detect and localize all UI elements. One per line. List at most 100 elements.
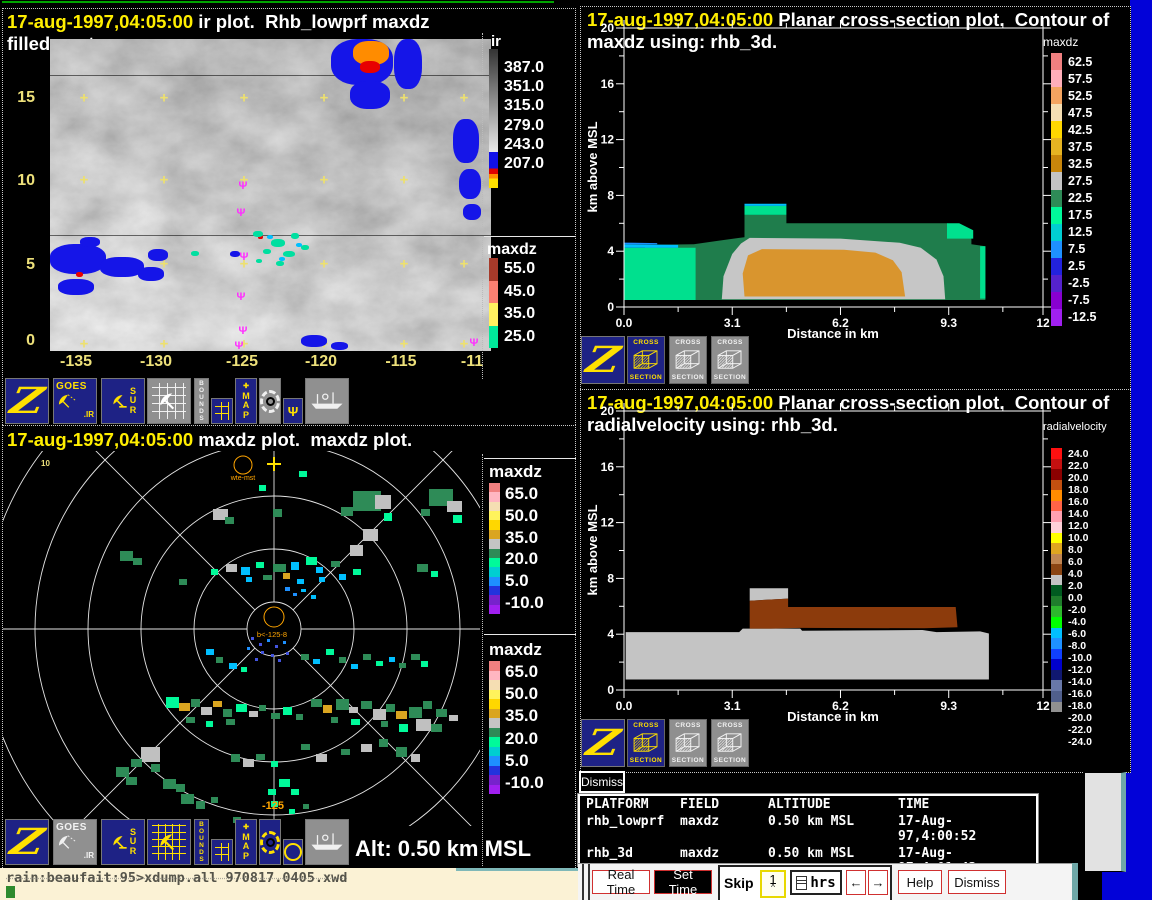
radar-echo (259, 643, 262, 646)
radar-echo (436, 709, 447, 717)
radar-echo (211, 797, 218, 803)
platform-marker (234, 456, 252, 474)
cloud-top-blob (50, 244, 106, 274)
radar-echo (299, 471, 307, 477)
surveillance-radar-button[interactable]: SUR (101, 378, 145, 424)
radar-echo (339, 657, 346, 663)
cross-section-button-1[interactable]: CROSS SECTION (627, 719, 665, 767)
cloud-top-blob (263, 249, 271, 254)
gear-button[interactable] (259, 378, 281, 424)
small-grid-button[interactable] (211, 839, 233, 865)
colorbar-segment (489, 303, 498, 326)
colorbar-label: -20.0 (1068, 712, 1123, 724)
goes-ir-button[interactable]: GOES .IR (53, 378, 97, 424)
dismiss-dialog-button[interactable]: Dismiss (579, 771, 625, 793)
gear-button[interactable] (259, 819, 281, 865)
ship-button[interactable] (305, 819, 349, 865)
scrollbar-panel[interactable] (1084, 772, 1126, 872)
radar-echo (271, 654, 274, 657)
x-tick-label: 9.3 (940, 316, 957, 330)
dismiss-button[interactable]: Dismiss (948, 870, 1006, 894)
contour-region (745, 204, 787, 206)
goes-ir-button[interactable]: GOES .IR (53, 819, 97, 865)
colorbar-label: -2.5 (1068, 275, 1123, 292)
colorbar-label: 35.0 (505, 527, 569, 549)
bounds-button[interactable]: BOUNDS (194, 819, 209, 865)
colorbar-segment (489, 595, 500, 604)
colorbar-segment (1051, 628, 1062, 639)
cross-section-button-3[interactable]: CROSS SECTION (711, 719, 749, 767)
colorbar-segment (489, 661, 500, 671)
grid-plus-marker: + (320, 256, 329, 273)
cloud-top-blob (138, 267, 164, 281)
cloud-top-blob (80, 237, 100, 247)
radar-echo (243, 759, 254, 767)
buoy-button[interactable]: Ψ (283, 398, 303, 424)
cross-section-plot[interactable]: 2016128400.03.16.29.312km above MSLDista… (581, 7, 1130, 342)
surveillance-radar-button[interactable]: SUR (101, 819, 145, 865)
radar-ppi-display[interactable]: wte-mstb<-125-8-125 (3, 451, 480, 826)
terminal-window[interactable]: rain:beaufait:95>xdump.all 970817.0405.x… (0, 868, 578, 900)
x-tick-label: 12 (1036, 699, 1050, 713)
cross-section-button-3[interactable]: CROSS SECTION (711, 336, 749, 384)
cross-section-button-2[interactable]: CROSS SECTION (669, 719, 707, 767)
cloud-top-blob (296, 243, 302, 247)
radar-echo (351, 664, 358, 669)
zebra-logo-button[interactable]: Z (581, 719, 625, 767)
help-button[interactable]: Help (898, 870, 942, 894)
ship-icon (308, 831, 346, 853)
colorbar-segment (1051, 70, 1062, 87)
cross-section-button-2[interactable]: CROSS SECTION (669, 336, 707, 384)
map-button[interactable]: ✚MAP (235, 378, 257, 424)
radar-echo (349, 707, 358, 713)
hrs-units-button[interactable]: hrs (790, 870, 842, 895)
radar-grid-button[interactable] (147, 819, 191, 865)
cross-section-plot[interactable]: 2016128400.03.16.29.312km above MSLDista… (581, 390, 1130, 725)
colorbar-label: 25.0 (504, 326, 564, 349)
colorbar-label: 42.5 (1068, 121, 1123, 138)
skip-value-field[interactable]: 1^ (760, 870, 786, 898)
radar-echo (247, 647, 250, 650)
real-time-button[interactable]: Real Time (592, 870, 650, 894)
grid-plus-marker: + (320, 90, 329, 107)
radar-grid-button[interactable] (147, 378, 191, 424)
small-grid-button[interactable] (211, 398, 233, 424)
cube-icon (716, 349, 744, 371)
radar-echo (267, 639, 270, 642)
zebra-logo-button[interactable]: Z (5, 819, 49, 865)
zebra-logo-button[interactable]: Z (5, 378, 49, 424)
skip-group: Skip 1^ hrs ← → (718, 865, 892, 900)
y-tick-label: 12 (601, 133, 615, 147)
colorbar-segment (1051, 309, 1062, 326)
set-time-button[interactable]: Set Time (654, 870, 712, 894)
radar-echo (131, 759, 142, 767)
radar-echo (396, 747, 407, 757)
cloud-top-blob (283, 251, 295, 257)
xs-toolbar: Z CROSS SECTION CROSS SECTION CROSS SECT… (581, 336, 781, 386)
colorbar-label: -10.0 (505, 592, 569, 614)
step-forward-button[interactable]: → (868, 870, 888, 895)
ship-button[interactable] (305, 378, 349, 424)
colorbar-segment (1051, 702, 1062, 713)
zebra-logo-button[interactable]: Z (581, 336, 625, 384)
table-header: TIME (898, 797, 1030, 812)
radar-echo (181, 794, 194, 804)
radar-echo (225, 517, 234, 524)
colorbar-segment (489, 502, 500, 511)
grid-plus-marker: + (240, 90, 249, 107)
radar-echo (331, 717, 338, 723)
bounds-button[interactable]: BOUNDS (194, 378, 209, 424)
cross-section-button-1[interactable]: CROSS SECTION (627, 336, 665, 384)
grid-plus-marker: + (80, 90, 89, 107)
step-back-button[interactable]: ← (846, 870, 866, 895)
map-button[interactable]: ✚MAP (235, 819, 257, 865)
colorbar-label: 12.5 (1068, 224, 1123, 241)
colorbar-segment (489, 567, 500, 576)
circle-button[interactable] (283, 839, 303, 865)
radar-echo (191, 699, 200, 707)
radar-echo (326, 649, 334, 655)
radar-dish-icon (110, 391, 130, 411)
satellite-image[interactable]: ++++++++++++++++++++++++ΨΨΨΨΨΨΨ (50, 39, 491, 351)
radar-echo (255, 658, 258, 661)
grid-plus-marker: + (460, 90, 469, 107)
